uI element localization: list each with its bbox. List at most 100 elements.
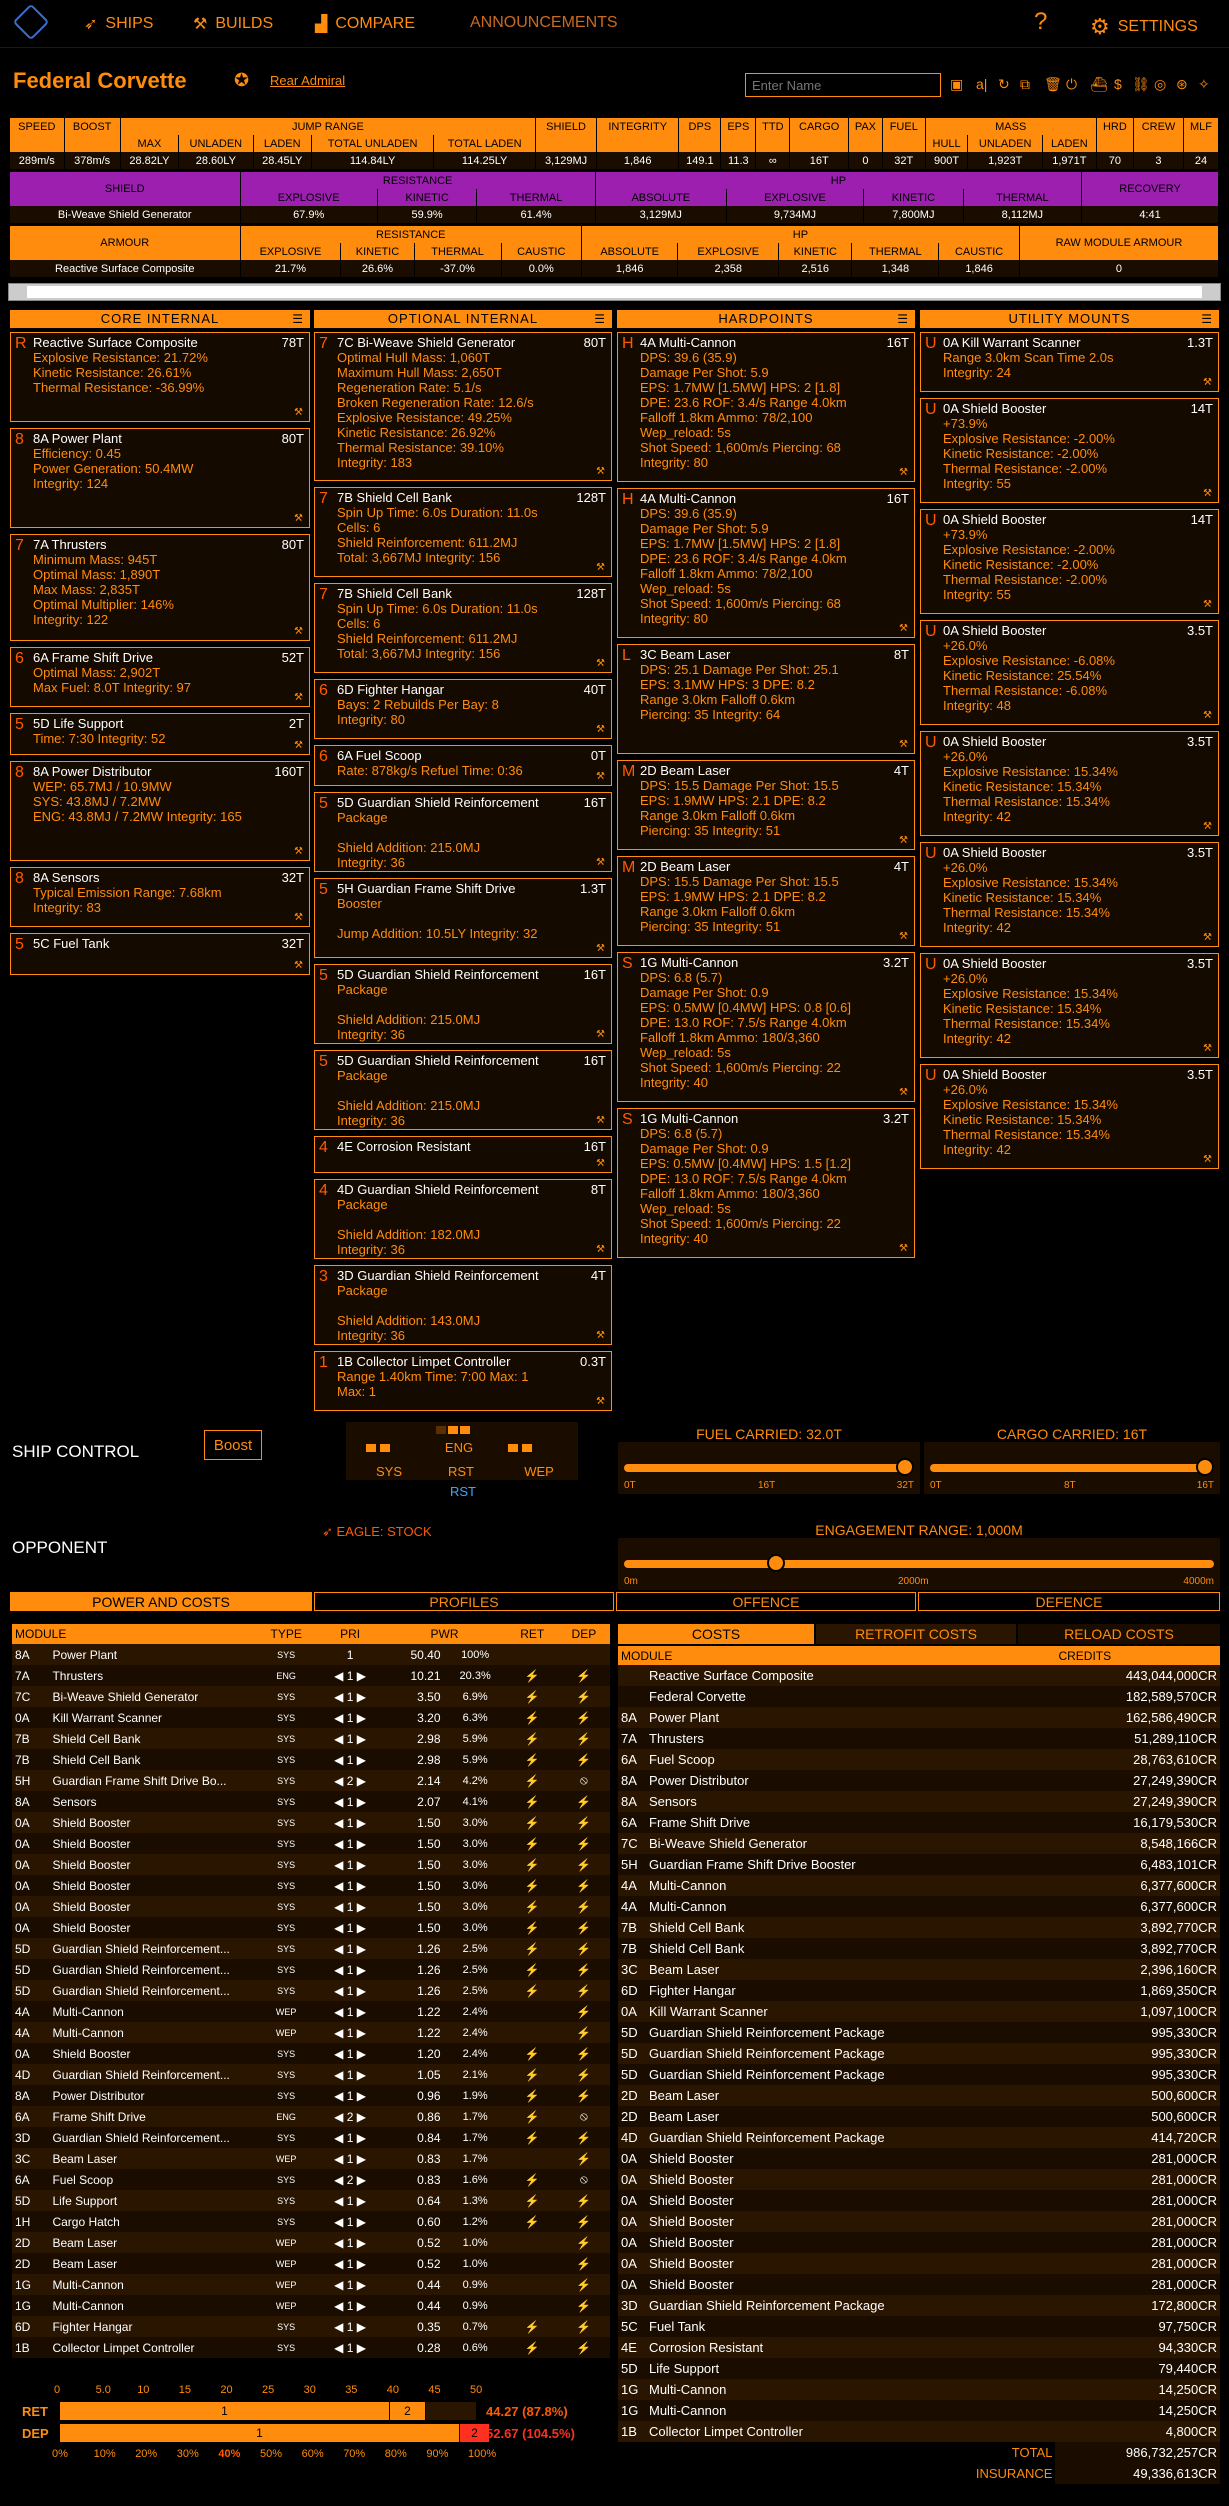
lightning-icon[interactable]: ⚡	[557, 1728, 610, 1749]
priority-stepper[interactable]: ◀ 1 ▶	[317, 1959, 383, 1980]
wrench-icon[interactable]: ⚒	[899, 623, 908, 634]
cost-row[interactable]: 8A Power Plant 162,586,490CR	[618, 1707, 1220, 1728]
col-module[interactable]: MODULE	[12, 1624, 255, 1644]
utility-slot[interactable]: U 3.5T 0A Shield Booster +26.0% Explosive Re…	[920, 620, 1219, 725]
priority-stepper[interactable]: ◀ 1 ▶	[317, 1686, 383, 1707]
increase-priority-icon[interactable]: ▶	[353, 1669, 366, 1683]
priority-stepper[interactable]: ◀ 1 ▶	[317, 2022, 383, 2043]
increase-priority-icon[interactable]: ▶	[353, 1690, 366, 1704]
power-row[interactable]: 0A Shield Booster SYS ◀ 1 ▶ 1.50 3.0% ⚡ ⚡	[12, 1875, 610, 1896]
cargo-slider[interactable]: CARGO CARRIED: 16T 0T 8T 16T	[924, 1426, 1220, 1494]
power-row[interactable]: 0A Shield Booster SYS ◀ 1 ▶ 1.50 3.0% ⚡ ⚡	[12, 1854, 610, 1875]
wrench-icon[interactable]: ⚒	[294, 407, 303, 418]
nav-announcements[interactable]: ANNOUNCEMENTS	[470, 14, 618, 32]
decrease-priority-icon[interactable]: ◀	[334, 2215, 347, 2229]
priority-stepper[interactable]: ◀ 1 ▶	[317, 2253, 383, 2274]
core-slot[interactable]: 5 32T 5C Fuel Tank ⚒	[10, 933, 310, 975]
decrease-priority-icon[interactable]: ◀	[334, 2173, 347, 2187]
power-row[interactable]: 2D Beam Laser WEP ◀ 1 ▶ 0.52 1.0% ⚡	[12, 2253, 610, 2274]
cost-row[interactable]: 4E Corrosion Resistant 94,330CR	[618, 2337, 1220, 2358]
increase-priority-icon[interactable]: ▶	[353, 1963, 366, 1977]
decrease-priority-icon[interactable]: ◀	[334, 1669, 347, 1683]
cost-row[interactable]: 0A Shield Booster 281,000CR	[618, 2274, 1220, 2295]
decrease-priority-icon[interactable]: ◀	[334, 2068, 347, 2082]
nav-settings[interactable]: ⚙ SETTINGS	[1090, 14, 1198, 40]
optional-slot[interactable]: 4 16T 4E Corrosion Resistant ⚒	[314, 1136, 612, 1173]
increase-priority-icon[interactable]: ▶	[353, 2173, 366, 2187]
decrease-priority-icon[interactable]: ◀	[334, 1942, 347, 1956]
lightning-icon[interactable]: ⚡	[557, 1812, 610, 1833]
cost-row[interactable]: 6A Frame Shift Drive 16,179,530CR	[618, 1812, 1220, 1833]
wrench-icon[interactable]: ⚒	[596, 1029, 605, 1040]
wrench-icon[interactable]: ⚒	[899, 1243, 908, 1254]
priority-stepper[interactable]: ◀ 1 ▶	[317, 1896, 383, 1917]
optional-slot[interactable]: 3 4T 3D Guardian Shield Reinforcement Packa…	[314, 1265, 612, 1345]
cost-row[interactable]: 0A Shield Booster 281,000CR	[618, 2253, 1220, 2274]
power-row[interactable]: 5D Life Support SYS ◀ 1 ▶ 0.64 1.3% ⚡ ⚡	[12, 2190, 610, 2211]
decrease-priority-icon[interactable]: ◀	[334, 1795, 347, 1809]
increase-priority-icon[interactable]: ▶	[353, 2089, 366, 2103]
increase-priority-icon[interactable]: ▶	[353, 2152, 366, 2166]
priority-stepper[interactable]: ◀ 2 ▶	[317, 2106, 383, 2127]
priority-stepper[interactable]: ◀ 1 ▶	[317, 1875, 383, 1896]
priority-stepper[interactable]: ◀ 1 ▶	[317, 1854, 383, 1875]
increase-priority-icon[interactable]: ▶	[353, 1774, 366, 1788]
power-row[interactable]: 0A Shield Booster SYS ◀ 1 ▶ 1.50 3.0% ⚡ ⚡	[12, 1896, 610, 1917]
power-row[interactable]: 5H Guardian Frame Shift Drive Bo... SYS ◀ 2…	[12, 1770, 610, 1791]
lightning-icon[interactable]: ⚡	[506, 1728, 558, 1749]
cost-row[interactable]: 7C Bi-Weave Shield Generator 8,548,166CR	[618, 1833, 1220, 1854]
priority-stepper[interactable]: ◀ 1 ▶	[317, 1812, 383, 1833]
lightning-icon[interactable]: ⚡	[506, 1749, 558, 1770]
menu-icon[interactable]: ☰	[897, 310, 909, 328]
opponent-ship-selector[interactable]: ➶ EAGLE: STOCK	[322, 1524, 432, 1540]
lightning-icon[interactable]: ⚡	[506, 1917, 558, 1938]
utility-slot[interactable]: U 14T 0A Shield Booster +73.9% Explosive Res…	[920, 509, 1219, 614]
decrease-priority-icon[interactable]: ◀	[334, 1774, 347, 1788]
power-row[interactable]: 3D Guardian Shield Reinforcement... SYS ◀ 1…	[12, 2127, 610, 2148]
hardpoints-slot[interactable]: H 16T 4A Multi-Cannon DPS: 39.6 (35.9) Damag…	[617, 488, 915, 638]
increase-priority-icon[interactable]: ▶	[353, 1732, 366, 1746]
optional-slot[interactable]: 5 16T 5D Guardian Shield Reinforcement Pack…	[314, 1050, 612, 1130]
power-row[interactable]: 6A Fuel Scoop SYS ◀ 2 ▶ 0.83 1.6% ⚡ ⦸	[12, 2169, 610, 2190]
increase-priority-icon[interactable]: ▶	[353, 2110, 366, 2124]
decrease-priority-icon[interactable]: ◀	[334, 2299, 347, 2313]
wrench-icon[interactable]: ⚒	[1203, 377, 1212, 388]
lightning-icon[interactable]: ⚡	[506, 1686, 558, 1707]
decrease-priority-icon[interactable]: ◀	[334, 2341, 347, 2355]
increase-priority-icon[interactable]: ▶	[353, 2068, 366, 2082]
core-slot[interactable]: 8 32T 8A Sensors Typical Emission Range: 7.…	[10, 867, 310, 927]
power-row[interactable]: 2D Beam Laser WEP ◀ 1 ▶ 0.52 1.0% ⚡	[12, 2232, 610, 2253]
priority-stepper[interactable]: ◀ 1 ▶	[317, 2211, 383, 2232]
lightning-icon[interactable]: ⚡	[557, 2001, 610, 2022]
increase-priority-icon[interactable]: ▶	[353, 2320, 366, 2334]
decrease-priority-icon[interactable]: ◀	[334, 1732, 347, 1746]
power-row[interactable]: 7B Shield Cell Bank SYS ◀ 1 ▶ 2.98 5.9% ⚡ ⚡	[12, 1749, 610, 1770]
wrench-icon[interactable]: ⚒	[596, 658, 605, 669]
wrench-icon[interactable]: ⚒	[899, 467, 908, 478]
priority-stepper[interactable]: ◀ 1 ▶	[317, 2316, 383, 2337]
decrease-priority-icon[interactable]: ◀	[334, 2089, 347, 2103]
link-icon[interactable]: ⛓	[1132, 76, 1150, 93]
lightning-icon[interactable]: ⚡	[506, 2337, 558, 2358]
wrench-icon[interactable]: ⚒	[596, 857, 605, 868]
eng-pip-label[interactable]: ENG	[424, 1440, 494, 1455]
wrench-icon[interactable]: ⚒	[294, 960, 303, 971]
wrench-icon[interactable]: ⚒	[596, 1396, 605, 1407]
lightning-icon[interactable]: ⚡	[557, 1875, 610, 1896]
increase-priority-icon[interactable]: ▶	[353, 1816, 366, 1830]
increase-priority-icon[interactable]: ▶	[353, 1858, 366, 1872]
decrease-priority-icon[interactable]: ◀	[334, 1879, 347, 1893]
lightning-icon[interactable]: ⚡	[506, 2106, 558, 2127]
horizontal-scrollbar[interactable]	[8, 283, 1221, 301]
power-row[interactable]: 1G Multi-Cannon WEP ◀ 1 ▶ 0.44 0.9% ⚡	[12, 2295, 610, 2316]
optional-slot[interactable]: 7 80T 7C Bi-Weave Shield Generator Optimal …	[314, 332, 612, 481]
lightning-icon[interactable]: ⚡	[506, 1854, 558, 1875]
utility-slot[interactable]: U 3.5T 0A Shield Booster +26.0% Explosive Re…	[920, 953, 1219, 1058]
core-slot[interactable]: R 78T Reactive Surface Composite Explosive …	[10, 332, 310, 422]
power-row[interactable]: 0A Shield Booster SYS ◀ 1 ▶ 1.50 3.0% ⚡ ⚡	[12, 1833, 610, 1854]
lightning-icon[interactable]: ⚡	[557, 1686, 610, 1707]
decrease-priority-icon[interactable]: ◀	[334, 2320, 347, 2334]
lightning-icon[interactable]: ⚡	[506, 2064, 558, 2085]
lightning-icon[interactable]: ⚡	[557, 2064, 610, 2085]
decrease-priority-icon[interactable]: ◀	[334, 1753, 347, 1767]
